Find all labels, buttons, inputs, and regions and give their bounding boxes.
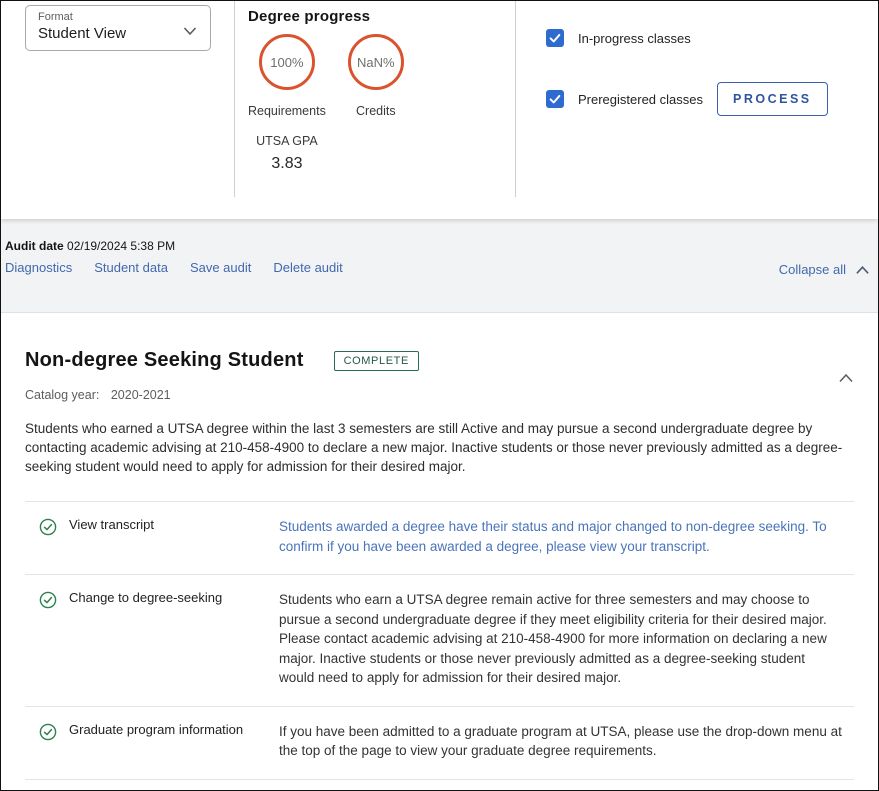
collapse-all-button[interactable]: Collapse all	[779, 262, 870, 277]
in-progress-classes-label: In-progress classes	[578, 31, 691, 46]
panel-divider	[234, 1, 235, 197]
requirements-table: View transcript Students awarded a degre…	[25, 501, 854, 780]
requirement-row: Change to degree-seeking Students who ea…	[25, 574, 854, 706]
non-degree-seeking-card: Non-degree Seeking Student COMPLETE Cata…	[1, 312, 878, 790]
chevron-up-icon	[838, 372, 854, 384]
process-button[interactable]: PROCESS	[717, 82, 828, 116]
credits-progress-value: NaN%	[357, 55, 395, 70]
save-audit-link[interactable]: Save audit	[190, 260, 251, 275]
catalog-year-value: 2020-2021	[111, 388, 171, 402]
card-header: Non-degree Seeking Student COMPLETE	[25, 349, 854, 372]
collapse-all-label: Collapse all	[779, 262, 846, 277]
check-icon	[548, 92, 562, 106]
chevron-up-icon	[855, 264, 870, 276]
catalog-year: Catalog year: 2020-2021	[25, 388, 854, 402]
chevron-down-icon	[182, 23, 198, 44]
in-progress-classes-checkbox[interactable]	[546, 29, 564, 47]
requirement-label: View transcript	[69, 517, 279, 532]
preregistered-classes-label: Preregistered classes	[578, 92, 703, 107]
check-circle-icon	[39, 518, 57, 536]
requirement-advice-link[interactable]: Students awarded a degree have their sta…	[279, 517, 844, 556]
gpa-label: UTSA GPA	[256, 134, 318, 148]
check-circle-icon	[39, 591, 57, 609]
requirement-row: View transcript Students awarded a degre…	[25, 501, 854, 574]
audit-date-value: 02/19/2024 5:38 PM	[67, 239, 175, 253]
requirement-row: Graduate program information If you have…	[25, 706, 854, 780]
delete-audit-link[interactable]: Delete audit	[273, 260, 342, 275]
requirements-progress-label: Requirements	[248, 104, 326, 118]
format-select-value: Student View	[38, 24, 198, 44]
diagnostics-link[interactable]: Diagnostics	[5, 260, 72, 275]
credits-progress-ring: NaN%	[348, 34, 404, 90]
requirement-label: Graduate program information	[69, 722, 279, 737]
credits-progress-label: Credits	[356, 104, 396, 118]
format-select-label: Format	[38, 11, 198, 24]
degree-progress-title: Degree progress	[248, 8, 404, 25]
audit-date: Audit date 02/19/2024 5:38 PM	[5, 239, 175, 253]
check-icon	[548, 31, 562, 45]
audit-options-section: In-progress classes Preregistered classe…	[546, 1, 828, 108]
block-description: Students who earned a UTSA degree within…	[25, 419, 854, 476]
audit-date-label: Audit date	[5, 239, 64, 253]
requirement-text: Students who earn a UTSA degree remain a…	[279, 590, 844, 688]
gpa-value: 3.83	[271, 155, 302, 173]
catalog-year-label: Catalog year:	[25, 388, 99, 402]
section-collapse-button[interactable]	[838, 371, 854, 389]
requirement-text: If you have been admitted to a graduate …	[279, 722, 844, 761]
audit-actions: Diagnostics Student data Save audit Dele…	[5, 260, 343, 275]
degree-progress-section: Degree progress 100% Requirements UTSA G…	[248, 8, 404, 173]
degree-audit-screen: Format Student View Degree progress 100%…	[0, 0, 879, 791]
preregistered-classes-checkbox[interactable]	[546, 90, 564, 108]
student-data-link[interactable]: Student data	[94, 260, 168, 275]
requirement-label: Change to degree-seeking	[69, 590, 279, 605]
status-badge: COMPLETE	[334, 351, 419, 371]
audit-info-band: Audit date 02/19/2024 5:38 PM Diagnostic…	[1, 219, 878, 312]
audit-controls-panel: Format Student View Degree progress 100%…	[1, 1, 878, 219]
check-circle-icon	[39, 723, 57, 741]
requirements-progress-ring: 100%	[259, 34, 315, 90]
format-select[interactable]: Format Student View	[25, 5, 211, 51]
panel-divider	[515, 1, 516, 197]
block-title: Non-degree Seeking Student	[25, 349, 304, 372]
requirements-progress-value: 100%	[270, 55, 303, 70]
